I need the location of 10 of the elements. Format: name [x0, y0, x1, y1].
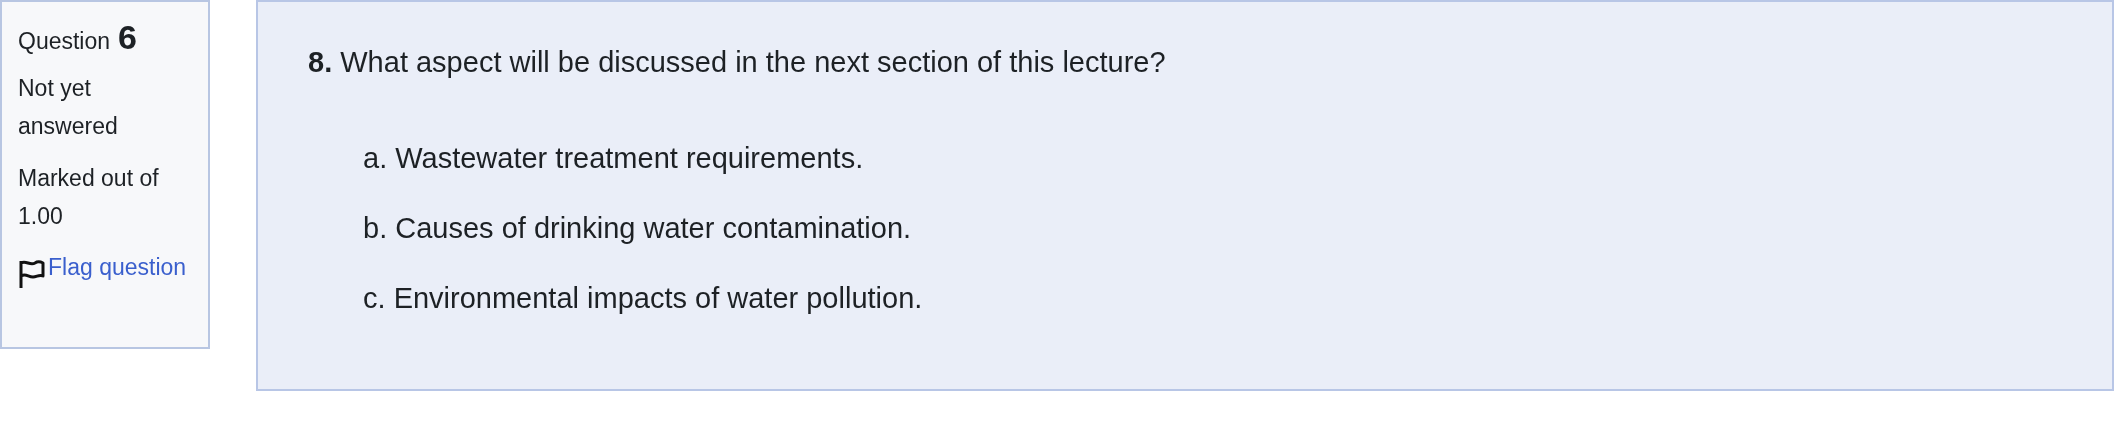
question-text: 8. What aspect will be discussed in the next section of this lecture? — [308, 45, 1167, 80]
flag-icon — [18, 258, 46, 289]
question-label: Question — [18, 27, 111, 56]
status-text: Not yet answered — [18, 73, 119, 141]
answer-option[interactable]: b. Causes of drinking water contamination. — [363, 208, 912, 248]
answer-option[interactable]: a. Wastewater treatment requirements. — [363, 138, 864, 178]
marks-text: Marked out of 1.00 — [18, 163, 160, 231]
flag-question-link[interactable]: Flag question — [48, 246, 187, 287]
question-number: 6 — [118, 20, 137, 54]
answer-option[interactable]: c. Environmental impacts of water pollution. — [363, 278, 923, 318]
